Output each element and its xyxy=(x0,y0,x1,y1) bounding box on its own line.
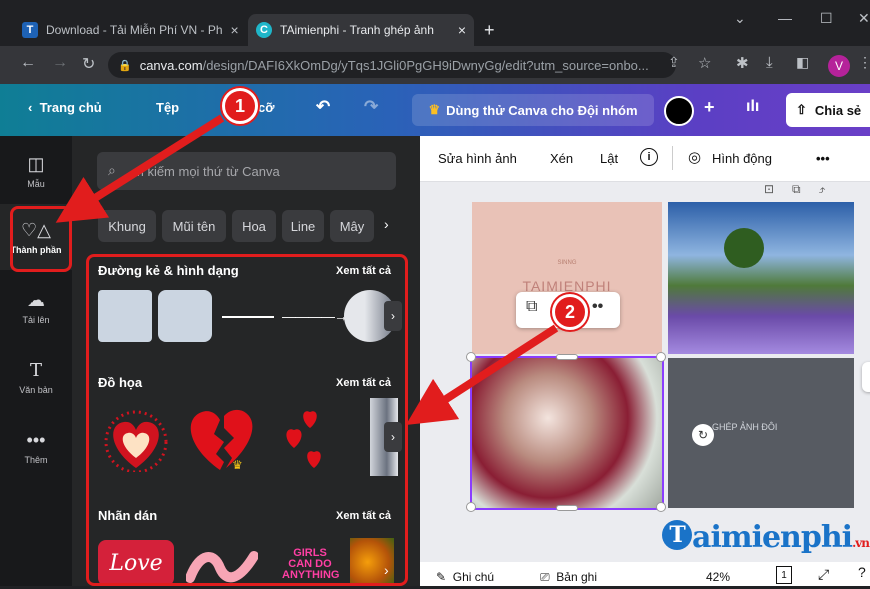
step-badge-1: 1 xyxy=(222,88,258,124)
step-badge-2: 2 xyxy=(552,294,588,330)
annotation-arrows xyxy=(55,114,559,426)
arrow-to-panel xyxy=(405,324,559,426)
arrow-to-elements xyxy=(55,114,225,223)
